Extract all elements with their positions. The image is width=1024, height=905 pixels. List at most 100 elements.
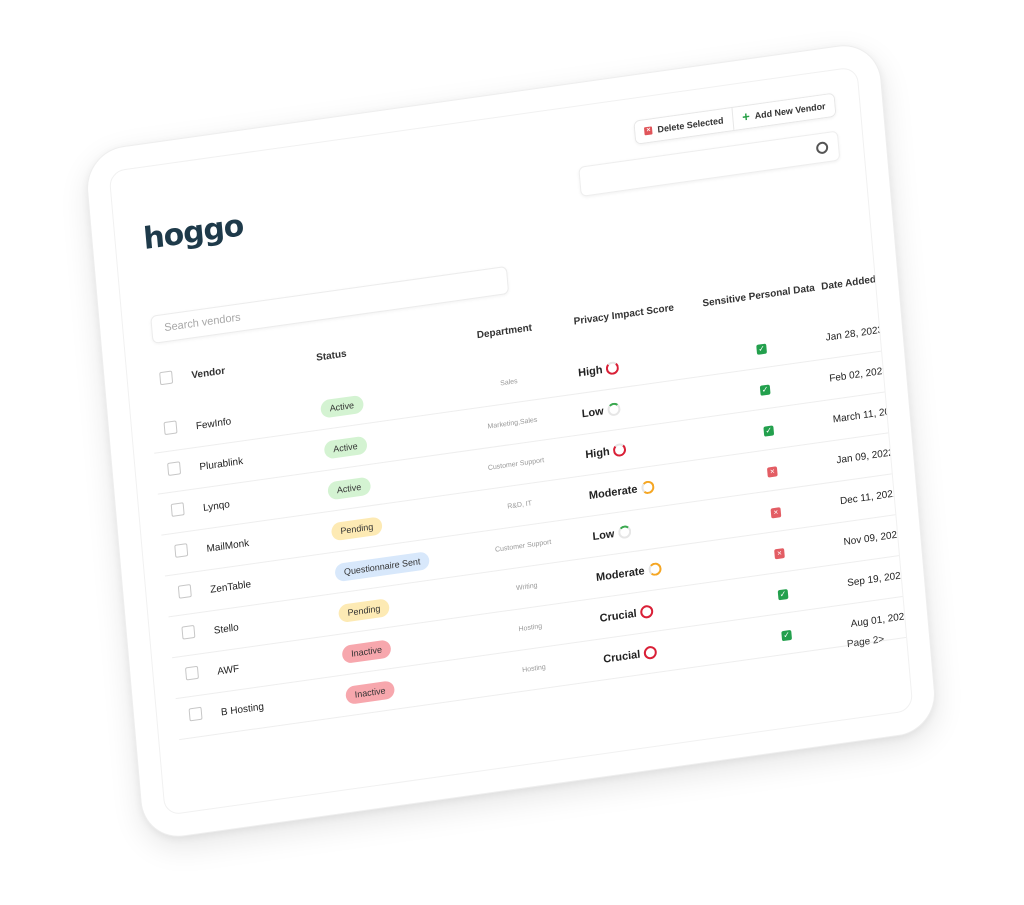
check-icon: ✓ bbox=[756, 343, 767, 355]
comment-bubble-icon[interactable] bbox=[903, 360, 914, 373]
sensitive-data-cell: × bbox=[720, 494, 831, 527]
date-added-text: Aug 01, 2021 bbox=[850, 610, 911, 630]
row-checkbox[interactable] bbox=[163, 420, 178, 440]
sensitive-data-cell: ✓ bbox=[706, 331, 817, 364]
header-vendor[interactable]: Vendor bbox=[191, 366, 226, 382]
comment-icon[interactable] bbox=[910, 439, 914, 459]
sensitive-data-cell: ✓ bbox=[710, 372, 821, 405]
comment-bubble-icon[interactable] bbox=[906, 401, 914, 414]
score-ring-icon bbox=[612, 442, 628, 458]
row-checkbox[interactable] bbox=[188, 706, 203, 727]
stage: hoggo × Delete Selected + Add New Vendor bbox=[0, 0, 1024, 905]
date-added-text: Feb 02, 2023 bbox=[828, 365, 889, 385]
check-icon: ✓ bbox=[777, 588, 789, 601]
header-privacy-impact-score[interactable]: Privacy Impact Score bbox=[573, 303, 674, 328]
delete-icon: × bbox=[644, 126, 653, 136]
status-badge: Active bbox=[327, 476, 371, 501]
vendor-name[interactable]: Plurablink bbox=[199, 456, 243, 473]
select-all-checkbox[interactable] bbox=[159, 370, 174, 388]
app-screen: hoggo × Delete Selected + Add New Vendor bbox=[108, 66, 914, 816]
global-search-field[interactable] bbox=[578, 130, 841, 197]
row-checkbox[interactable] bbox=[177, 583, 192, 604]
score-ring-icon bbox=[605, 360, 620, 376]
row-checkbox[interactable] bbox=[181, 624, 196, 645]
department-text: Writing bbox=[515, 582, 538, 593]
score-ring-icon bbox=[647, 561, 662, 577]
privacy-score-cell: Low bbox=[592, 524, 632, 543]
search-icon[interactable] bbox=[815, 141, 829, 155]
privacy-score-label: High bbox=[584, 445, 611, 461]
comment-bubble-icon[interactable] bbox=[910, 442, 914, 455]
checkbox[interactable] bbox=[184, 665, 199, 681]
comment-icon[interactable] bbox=[906, 398, 914, 418]
vendor-name[interactable]: Stello bbox=[213, 622, 239, 636]
privacy-score-label: Low bbox=[581, 404, 605, 420]
date-added-text: Nov 09, 2021 bbox=[843, 528, 904, 549]
department-text: Sales bbox=[499, 378, 518, 388]
checkbox[interactable] bbox=[181, 624, 196, 640]
vendor-name[interactable]: FewInfo bbox=[196, 416, 232, 432]
status-badge: Active bbox=[323, 435, 368, 460]
checkbox[interactable] bbox=[177, 583, 192, 599]
status-cell: Active bbox=[320, 394, 364, 419]
header-sensitive-personal-data[interactable]: Sensitive Personal Data bbox=[702, 283, 815, 310]
header-department[interactable]: Department bbox=[450, 319, 560, 345]
status-cell: Pending bbox=[330, 515, 383, 542]
vendor-name[interactable]: ZenTable bbox=[210, 579, 252, 596]
department-text: R&D, IT bbox=[507, 500, 533, 511]
date-added-text: March 11, 2023 bbox=[832, 404, 902, 426]
score-ring-icon bbox=[606, 401, 621, 417]
row-checkbox[interactable] bbox=[174, 543, 189, 563]
vendor-name[interactable]: MailMonk bbox=[206, 538, 249, 555]
checkbox[interactable] bbox=[163, 420, 178, 436]
checkbox[interactable] bbox=[159, 370, 174, 386]
status-badge: Inactive bbox=[341, 639, 392, 665]
privacy-score-label: Crucial bbox=[599, 607, 638, 625]
status-cell: Inactive bbox=[341, 638, 392, 665]
department-text: Hosting bbox=[518, 622, 543, 634]
vendor-name[interactable]: AWF bbox=[217, 664, 240, 678]
status-cell: Active bbox=[327, 476, 371, 501]
status-cell: Questionnaire Sent bbox=[334, 550, 431, 583]
date-added-text: Jan 09, 2022 bbox=[836, 447, 895, 467]
status-badge: Active bbox=[320, 394, 364, 419]
vendor-name[interactable]: Lynqo bbox=[203, 499, 231, 514]
row-checkbox[interactable] bbox=[170, 502, 185, 522]
row-checkbox[interactable] bbox=[167, 461, 182, 481]
date-added-text: Jan 28, 2023 bbox=[825, 324, 884, 344]
checkbox[interactable] bbox=[174, 543, 189, 558]
sensitive-data-cell: × bbox=[724, 535, 835, 568]
privacy-score-cell: Low bbox=[581, 401, 621, 420]
status-badge: Pending bbox=[337, 598, 391, 624]
department-text: Marketing,Sales bbox=[487, 416, 538, 431]
privacy-score-label: High bbox=[577, 363, 603, 379]
tablet-device: hoggo × Delete Selected + Add New Vendor bbox=[83, 40, 939, 842]
checkbox[interactable] bbox=[170, 502, 185, 517]
sensitive-data-cell: × bbox=[717, 453, 828, 486]
status-cell: Inactive bbox=[345, 679, 396, 705]
check-icon: ✓ bbox=[781, 629, 793, 642]
vendor-name[interactable]: B Hosting bbox=[221, 701, 265, 718]
row-checkbox[interactable] bbox=[184, 665, 199, 686]
date-added-text: Sep 19, 2021 bbox=[846, 569, 907, 590]
department-text: Customer Support bbox=[494, 538, 552, 554]
status-cell: Pending bbox=[337, 597, 391, 624]
comment-icon[interactable] bbox=[903, 357, 914, 377]
delete-selected-button[interactable]: × Delete Selected bbox=[634, 108, 734, 144]
sensitive-data-cell: ✓ bbox=[728, 576, 839, 609]
department-text: Customer Support bbox=[487, 457, 545, 472]
comment-icon[interactable] bbox=[899, 317, 914, 337]
header-date-added[interactable]: Date Added bbox=[821, 274, 877, 293]
comment-bubble-icon[interactable] bbox=[899, 319, 914, 332]
x-icon: × bbox=[766, 466, 778, 478]
checkbox[interactable] bbox=[167, 461, 182, 477]
score-ring-icon bbox=[617, 524, 632, 540]
date-added-text: Dec 11, 2021 bbox=[839, 488, 899, 508]
sensitive-data-cell: ✓ bbox=[713, 412, 824, 445]
checkbox[interactable] bbox=[188, 706, 203, 722]
header-status[interactable]: Status bbox=[316, 349, 347, 364]
privacy-score-cell: High bbox=[577, 360, 620, 380]
privacy-score-label: Crucial bbox=[602, 648, 641, 666]
status-badge: Inactive bbox=[345, 680, 396, 705]
add-new-vendor-button[interactable]: + Add New Vendor bbox=[731, 93, 836, 131]
